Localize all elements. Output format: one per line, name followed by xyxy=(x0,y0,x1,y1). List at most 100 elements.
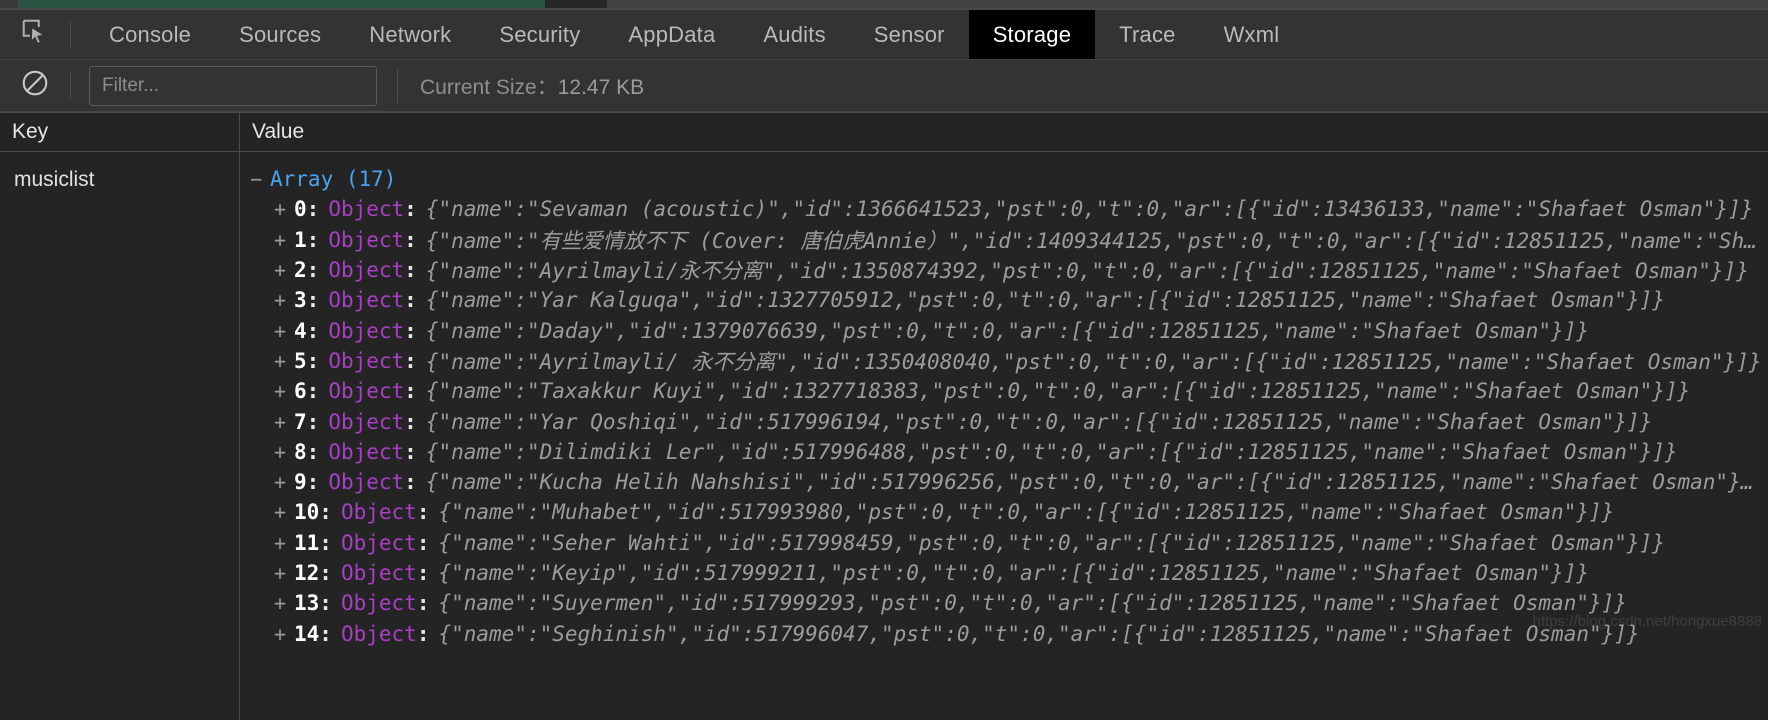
tab-console[interactable]: Console xyxy=(85,10,215,59)
column-header-value[interactable]: Value xyxy=(240,113,1768,151)
expand-toggle-icon[interactable]: + xyxy=(274,379,294,403)
inspect-element-button[interactable] xyxy=(0,10,70,59)
object-preview: {"name":"Kucha Helih Nahshisi","id":5179… xyxy=(425,470,1766,495)
type-colon: : xyxy=(404,470,417,495)
tree-item-row[interactable]: +0: Object: {"name":"Sevaman (acoustic)","… xyxy=(240,194,1768,224)
type-colon: : xyxy=(404,227,417,252)
expand-toggle-icon[interactable]: + xyxy=(274,470,294,494)
index-colon: : xyxy=(319,530,332,555)
index-colon: : xyxy=(306,197,320,222)
collapse-toggle-icon[interactable]: − xyxy=(250,167,270,191)
array-type-label: Array (17) xyxy=(270,167,397,192)
filter-field-wrapper xyxy=(89,65,377,106)
tree-item-row[interactable]: +12: Object: {"name":"Keyip","id":51799921… xyxy=(240,558,1768,588)
index-colon: : xyxy=(306,409,320,434)
tab-sensor[interactable]: Sensor xyxy=(850,10,969,59)
array-index-label: 4 xyxy=(294,318,307,343)
toolbar-divider-2 xyxy=(397,68,398,103)
object-preview: {"name":"Daday","id":1379076639,"pst":0,… xyxy=(425,318,1589,343)
tab-storage[interactable]: Storage xyxy=(968,10,1096,59)
tree-item-row[interactable]: +1: Object: {"name":"有些爱情放不下 (Cover: 唐伯虎An… xyxy=(240,225,1768,255)
tab-audits[interactable]: Audits xyxy=(739,10,849,59)
tree-item-row[interactable]: +13: Object: {"name":"Suyermen","id":51799… xyxy=(240,588,1768,618)
object-type-label: Object xyxy=(340,561,417,585)
table-body: musiclist − Array (17) +0: Object: {"name":"… xyxy=(0,152,1768,720)
tree-item-row[interactable]: +5: Object: {"name":"Ayrilmayli/ 永不分离","id… xyxy=(240,346,1768,376)
tab-label: Console xyxy=(109,21,192,47)
expand-toggle-icon[interactable]: + xyxy=(274,440,294,464)
clear-storage-button[interactable] xyxy=(0,68,70,103)
expand-toggle-icon[interactable]: + xyxy=(274,561,294,585)
tree-item-row[interactable]: +10: Object: {"name":"Muhabet","id":517993… xyxy=(240,497,1768,527)
type-colon: : xyxy=(404,439,417,464)
type-colon: : xyxy=(404,379,417,404)
object-preview: {"name":"Seghinish","id":517996047,"pst"… xyxy=(438,621,1640,646)
type-colon: : xyxy=(404,258,417,283)
storage-key-musiclist[interactable]: musiclist xyxy=(14,168,239,192)
array-index-label: 1 xyxy=(294,227,307,252)
tab-label: AppData xyxy=(628,21,716,47)
array-index-label: 9 xyxy=(294,470,307,495)
tree-item-row[interactable]: +2: Object: {"name":"Ayrilmayli/永不分离","id"… xyxy=(240,255,1768,285)
tab-label: Network xyxy=(369,21,452,47)
index-colon: : xyxy=(306,288,320,313)
storage-table: Key Value musiclist − Array (17) +0: Object… xyxy=(0,112,1768,720)
tab-sources[interactable]: Sources xyxy=(215,10,345,59)
type-colon: : xyxy=(404,348,417,373)
tab-trace[interactable]: Trace xyxy=(1095,10,1199,59)
expand-toggle-icon[interactable]: + xyxy=(274,531,294,555)
tree-root-row[interactable]: − Array (17) xyxy=(240,164,1768,194)
current-size-value: 12.47 KB xyxy=(557,75,645,99)
tree-item-row[interactable]: +14: Object: {"name":"Seghinish","id":5179… xyxy=(240,618,1768,648)
index-colon: : xyxy=(306,318,320,343)
array-index-label: 14 xyxy=(294,621,320,646)
index-colon: : xyxy=(306,470,320,495)
column-header-key[interactable]: Key xyxy=(0,113,240,151)
search-input[interactable] xyxy=(89,65,377,106)
index-colon: : xyxy=(319,500,332,525)
type-colon: : xyxy=(404,409,417,434)
table-header-row: Key Value xyxy=(0,112,1768,152)
tab-wxml[interactable]: Wxml xyxy=(1200,10,1304,59)
expand-toggle-icon[interactable]: + xyxy=(274,228,294,252)
object-preview: {"name":"Taxakkur Kuyi","id":1327718383,… xyxy=(425,379,1691,404)
expand-toggle-icon[interactable]: + xyxy=(274,500,294,524)
tab-network[interactable]: Network xyxy=(345,10,475,59)
tree-item-row[interactable]: +11: Object: {"name":"Seher Wahti","id":51… xyxy=(240,528,1768,558)
expand-toggle-icon[interactable]: + xyxy=(274,622,294,646)
object-preview: {"name":"Muhabet","id":517993980,"pst":0… xyxy=(438,500,1615,525)
object-preview: {"name":"Yar Kalguqa","id":1327705912,"p… xyxy=(425,288,1665,313)
tree-item-row[interactable]: +3: Object: {"name":"Yar Kalguqa","id":132… xyxy=(240,285,1768,315)
object-type-label: Object xyxy=(340,530,417,555)
expand-toggle-icon[interactable]: + xyxy=(274,591,294,615)
expand-toggle-icon[interactable]: + xyxy=(274,197,294,221)
tab-security[interactable]: Security xyxy=(475,10,604,59)
object-preview: {"name":"Yar Qoshiqi","id":517996194,"ps… xyxy=(425,409,1653,434)
index-colon: : xyxy=(319,621,332,646)
storage-toolbar: Current Size：12.47 KB xyxy=(0,60,1768,112)
tree-item-row[interactable]: +9: Object: {"name":"Kucha Helih Nahshisi"… xyxy=(240,467,1768,497)
tree-item-row[interactable]: +8: Object: {"name":"Dilimdiki Ler","id":5… xyxy=(240,437,1768,467)
object-preview: {"name":"Sevaman (acoustic)","id":136664… xyxy=(425,197,1754,222)
expand-toggle-icon[interactable]: + xyxy=(274,258,294,282)
expand-toggle-icon[interactable]: + xyxy=(274,319,294,343)
array-index-label: 13 xyxy=(294,591,320,616)
key-column: musiclist xyxy=(0,152,240,720)
tree-item-row[interactable]: +4: Object: {"name":"Daday","id":137907663… xyxy=(240,315,1768,345)
index-colon: : xyxy=(306,348,320,373)
tree-item-row[interactable]: +7: Object: {"name":"Yar Qoshiqi","id":517… xyxy=(240,406,1768,436)
tab-appdata[interactable]: AppData xyxy=(604,10,739,59)
expand-toggle-icon[interactable]: + xyxy=(274,349,294,373)
devtools-window: Console Sources Network Security AppData… xyxy=(0,0,1768,720)
expand-toggle-icon[interactable]: + xyxy=(274,410,294,434)
array-index-label: 8 xyxy=(294,439,307,464)
index-colon: : xyxy=(319,591,332,616)
tab-label: Wxml xyxy=(1223,21,1280,47)
object-tree: − Array (17) +0: Object: {"name":"Sevaman (a… xyxy=(240,152,1768,649)
type-colon: : xyxy=(416,621,430,646)
tree-item-row[interactable]: +6: Object: {"name":"Taxakkur Kuyi","id":1… xyxy=(240,376,1768,406)
type-colon: : xyxy=(404,288,417,313)
type-colon: : xyxy=(404,197,417,222)
type-colon: : xyxy=(416,530,430,555)
expand-toggle-icon[interactable]: + xyxy=(274,288,294,312)
